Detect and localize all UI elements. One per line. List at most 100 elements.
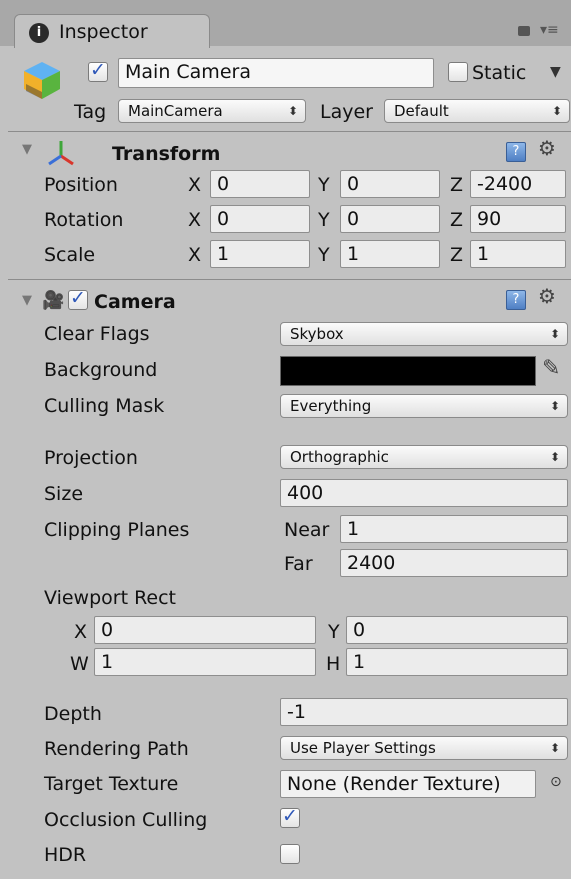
- depth-label: Depth: [44, 703, 102, 725]
- axis-z-label: Z: [450, 209, 464, 231]
- layer-dropdown[interactable]: Default ⬍: [384, 99, 570, 123]
- clear-flags-dropdown[interactable]: Skybox ⬍: [280, 322, 568, 346]
- clear-flags-value: Skybox: [290, 325, 344, 343]
- divider: [8, 131, 571, 132]
- hdr-label: HDR: [44, 844, 87, 866]
- far-label: Far: [284, 553, 313, 575]
- viewport-w-label: W: [70, 653, 89, 675]
- viewport-w-field[interactable]: 1: [94, 648, 316, 676]
- help-book-icon[interactable]: ?: [506, 142, 526, 162]
- transform-title: Transform: [112, 143, 221, 165]
- target-texture-field[interactable]: None (Render Texture): [280, 770, 536, 798]
- viewport-x-field[interactable]: 0: [94, 616, 316, 644]
- lock-icon[interactable]: [518, 26, 530, 36]
- rotation-z-field[interactable]: 90: [470, 205, 566, 233]
- culling-mask-label: Culling Mask: [44, 395, 165, 417]
- position-y-field[interactable]: 0: [340, 170, 440, 198]
- rendering-path-dropdown[interactable]: Use Player Settings ⬍: [280, 736, 568, 760]
- help-book-icon[interactable]: ?: [506, 290, 526, 310]
- axis-x-label: X: [188, 209, 202, 231]
- static-label: Static: [472, 62, 527, 84]
- rotation-x-field[interactable]: 0: [210, 205, 310, 233]
- eyedropper-icon[interactable]: ✎: [542, 356, 560, 381]
- object-picker-icon[interactable]: ⊙: [550, 774, 562, 790]
- foldout-triangle-icon[interactable]: ▼: [22, 293, 32, 308]
- scale-x-field[interactable]: 1: [210, 240, 310, 268]
- tag-dropdown[interactable]: MainCamera ⬍: [118, 99, 306, 123]
- chevron-updown-icon: ⬍: [551, 104, 562, 118]
- axis-x-label: X: [188, 174, 202, 196]
- foldout-triangle-icon[interactable]: ▼: [22, 142, 32, 157]
- checkmark-icon: ✓: [70, 287, 86, 309]
- layer-label: Layer: [320, 101, 373, 123]
- viewport-y-field[interactable]: 0: [346, 616, 568, 644]
- viewport-rect-label: Viewport Rect: [44, 587, 177, 609]
- chevron-updown-icon: ⬍: [549, 399, 560, 413]
- transform-axes-icon: [46, 138, 76, 168]
- projection-value: Orthographic: [290, 448, 389, 466]
- static-checkbox[interactable]: [448, 62, 468, 82]
- axis-x-label: X: [188, 244, 202, 266]
- culling-mask-value: Everything: [290, 397, 372, 415]
- depth-field[interactable]: -1: [280, 698, 568, 726]
- chevron-updown-icon: ⬍: [287, 104, 298, 118]
- culling-mask-dropdown[interactable]: Everything ⬍: [280, 394, 568, 418]
- gear-icon[interactable]: ⚙: [538, 136, 556, 160]
- clear-flags-label: Clear Flags: [44, 323, 150, 345]
- position-z-field[interactable]: -2400: [470, 170, 566, 198]
- chevron-updown-icon: ⬍: [549, 327, 560, 341]
- rendering-path-label: Rendering Path: [44, 738, 189, 760]
- scale-z-field[interactable]: 1: [470, 240, 566, 268]
- projection-dropdown[interactable]: Orthographic ⬍: [280, 445, 568, 469]
- gear-icon[interactable]: ⚙: [538, 284, 556, 308]
- far-field[interactable]: 2400: [340, 549, 568, 577]
- viewport-x-label: X: [74, 621, 88, 643]
- projection-label: Projection: [44, 447, 138, 469]
- occlusion-culling-checkbox[interactable]: ✓: [280, 805, 300, 828]
- tag-label: Tag: [74, 101, 107, 123]
- rendering-path-value: Use Player Settings: [290, 739, 436, 757]
- scale-y-field[interactable]: 1: [340, 240, 440, 268]
- divider: [8, 279, 571, 280]
- background-color-swatch[interactable]: [280, 356, 536, 386]
- rotation-y-field[interactable]: 0: [340, 205, 440, 233]
- clipping-planes-label: Clipping Planes: [44, 519, 190, 541]
- size-field[interactable]: 400: [280, 479, 568, 507]
- axis-z-label: Z: [450, 244, 464, 266]
- gameobject-cube-icon: [22, 60, 62, 100]
- layer-value: Default: [394, 102, 449, 120]
- checkmark-icon: ✓: [282, 805, 298, 827]
- near-field[interactable]: 1: [340, 515, 568, 543]
- gameobject-active-checkbox[interactable]: ✓: [88, 59, 108, 82]
- position-x-field[interactable]: 0: [210, 170, 310, 198]
- axis-y-label: Y: [318, 244, 330, 266]
- tab-label: Inspector: [59, 21, 148, 43]
- gameobject-name-field[interactable]: Main Camera: [118, 58, 434, 88]
- menu-icon[interactable]: ▾≡: [540, 22, 559, 38]
- occlusion-culling-label: Occlusion Culling: [44, 809, 208, 831]
- tag-value: MainCamera: [128, 102, 223, 120]
- position-label: Position: [44, 174, 118, 196]
- checkmark-icon: ✓: [90, 59, 106, 81]
- near-label: Near: [284, 519, 330, 541]
- inspector-tab[interactable]: i Inspector: [14, 14, 210, 48]
- axis-y-label: Y: [318, 174, 330, 196]
- size-label: Size: [44, 483, 84, 505]
- scale-label: Scale: [44, 244, 96, 266]
- camera-title: Camera: [94, 291, 176, 313]
- chevron-updown-icon: ⬍: [549, 741, 560, 755]
- viewport-y-label: Y: [328, 621, 340, 643]
- background-label: Background: [44, 359, 158, 381]
- static-dropdown-arrow-icon[interactable]: ▼: [550, 64, 561, 80]
- chevron-updown-icon: ⬍: [549, 450, 560, 464]
- info-icon: i: [29, 23, 49, 43]
- hdr-checkbox[interactable]: [280, 844, 300, 864]
- axis-y-label: Y: [318, 209, 330, 231]
- camera-icon: 🎥: [42, 290, 65, 311]
- viewport-h-field[interactable]: 1: [346, 648, 568, 676]
- viewport-h-label: H: [326, 653, 341, 675]
- camera-enabled-checkbox[interactable]: ✓: [68, 287, 88, 310]
- axis-z-label: Z: [450, 174, 464, 196]
- rotation-label: Rotation: [44, 209, 124, 231]
- target-texture-label: Target Texture: [44, 773, 179, 795]
